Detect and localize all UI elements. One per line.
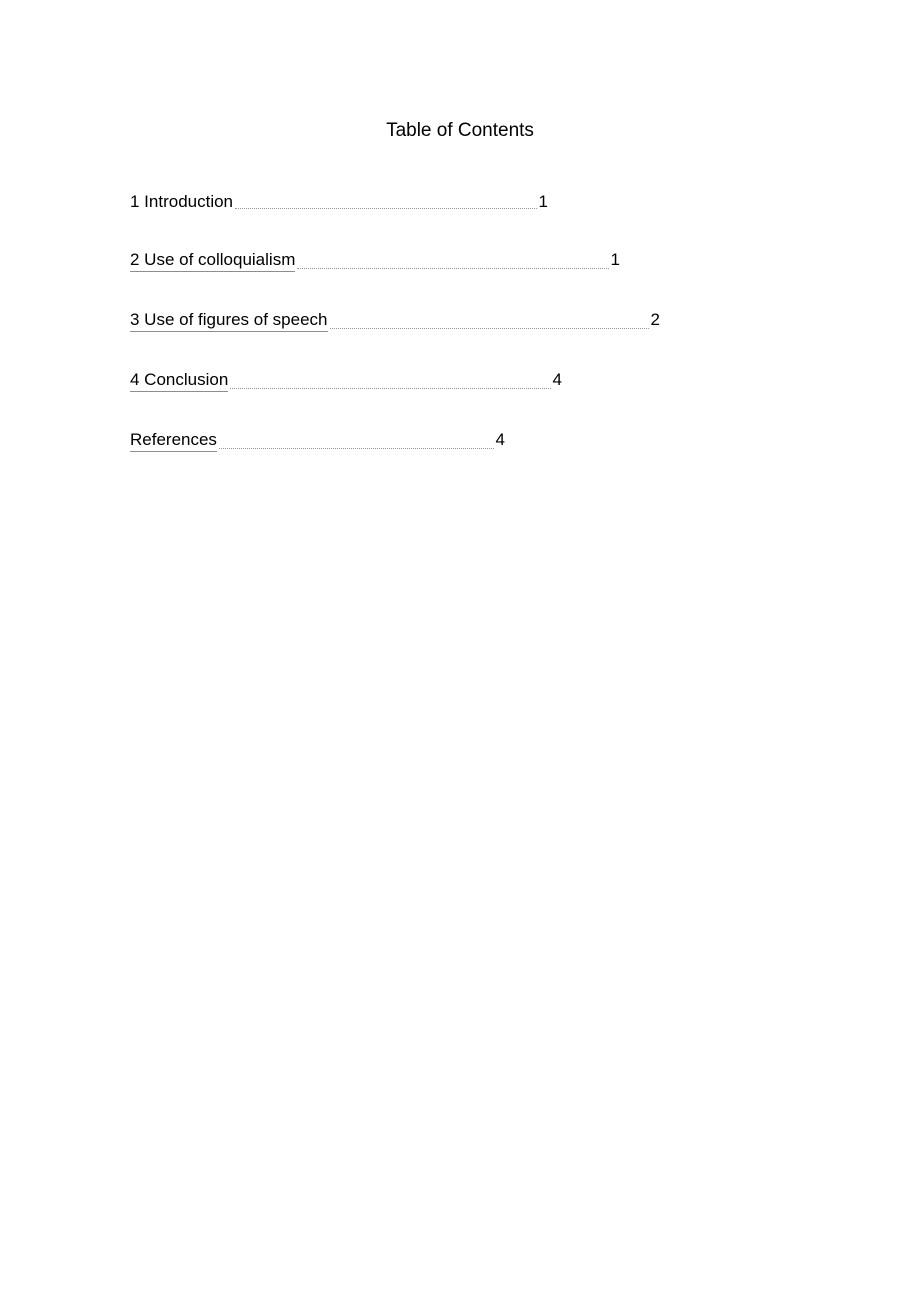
toc-label: 1 Introduction: [130, 192, 233, 212]
toc-leader: [330, 328, 649, 329]
toc-leader: [230, 388, 550, 389]
toc-page: 1: [611, 250, 620, 270]
toc-page: 4: [553, 370, 562, 390]
toc-entry: References 4: [130, 430, 505, 452]
toc-label: References: [130, 430, 217, 452]
toc-page: 2: [651, 310, 660, 330]
toc-entry: 1 Introduction 1: [130, 192, 548, 212]
toc-entry: 2 Use of colloquialism 1: [130, 250, 620, 272]
toc-page: 1: [539, 192, 548, 212]
toc-leader: [235, 208, 537, 209]
toc-leader: [219, 448, 494, 449]
toc-label: 3 Use of figures of speech: [130, 310, 328, 332]
toc-label: 2 Use of colloquialism: [130, 250, 295, 272]
toc-entry: 4 Conclusion 4: [130, 370, 562, 392]
page-title: Table of Contents: [130, 120, 790, 142]
toc-page: 4: [496, 430, 505, 450]
toc-label: 4 Conclusion: [130, 370, 228, 392]
toc-entry: 3 Use of figures of speech 2: [130, 310, 660, 332]
toc-list: 1 Introduction 1 2 Use of colloquialism …: [130, 192, 790, 452]
toc-leader: [297, 268, 608, 269]
